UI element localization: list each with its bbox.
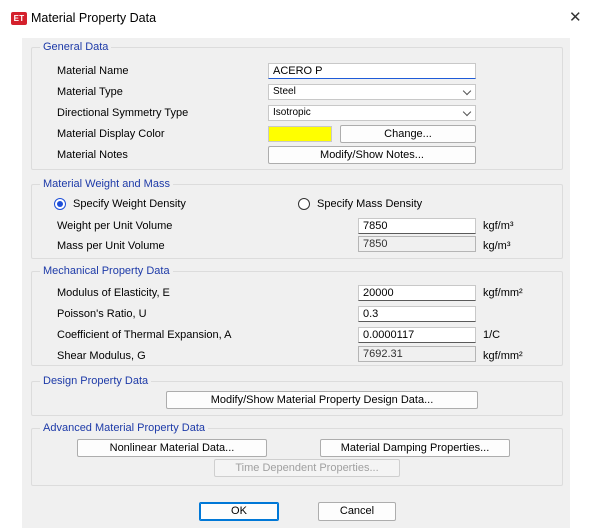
mass-per-volume-label: Mass per Unit Volume (57, 240, 165, 252)
design-property-group: Design Property Data Modify/Show Materia… (31, 375, 563, 416)
thermal-expansion-label: Coefficient of Thermal Expansion, A (57, 329, 232, 341)
material-type-select[interactable]: Steel (268, 84, 476, 100)
close-icon[interactable]: ✕ (569, 8, 582, 28)
title-bar: ET Material Property Data ✕ (0, 0, 592, 38)
material-damping-button[interactable]: Material Damping Properties... (320, 439, 510, 457)
weight-density-radio-label[interactable]: Specify Weight Density (73, 197, 186, 211)
material-type-label: Material Type (57, 86, 123, 98)
symmetry-select[interactable]: Isotropic (268, 105, 476, 121)
mass-density-radio-label[interactable]: Specify Mass Density (317, 197, 422, 211)
group-title-mechanical: Mechanical Property Data (40, 265, 173, 278)
modulus-elasticity-label: Modulus of Elasticity, E (57, 287, 170, 299)
chevron-down-icon (462, 107, 472, 117)
ok-button[interactable]: OK (199, 502, 279, 521)
general-data-group: General Data Material Name ACERO P Mater… (31, 41, 563, 170)
shear-modulus-unit: kgf/mm² (483, 350, 523, 362)
modulus-elasticity-unit: kgf/mm² (483, 287, 523, 299)
material-name-label: Material Name (57, 65, 129, 77)
weight-unit: kgf/m³ (483, 220, 514, 232)
cancel-button[interactable]: Cancel (318, 502, 396, 521)
group-title-advanced: Advanced Material Property Data (40, 422, 209, 435)
nonlinear-material-button[interactable]: Nonlinear Material Data... (77, 439, 267, 457)
weight-density-radio[interactable] (54, 198, 66, 210)
mass-density-radio[interactable] (298, 198, 310, 210)
thermal-expansion-input[interactable]: 0.0000117 (358, 327, 476, 343)
group-title-weight: Material Weight and Mass (40, 178, 173, 191)
shear-modulus-label: Shear Modulus, G (57, 350, 146, 362)
material-type-value: Steel (273, 86, 296, 97)
poisson-ratio-label: Poisson's Ratio, U (57, 308, 147, 320)
chevron-down-icon (462, 86, 472, 96)
etabs-logo-icon: ET (11, 12, 27, 25)
modify-show-notes-button[interactable]: Modify/Show Notes... (268, 146, 476, 164)
time-dependent-button: Time Dependent Properties... (214, 459, 400, 477)
weight-per-volume-input[interactable]: 7850 (358, 218, 476, 234)
symmetry-label: Directional Symmetry Type (57, 107, 189, 119)
mass-per-volume-input: 7850 (358, 236, 476, 252)
weight-per-volume-label: Weight per Unit Volume (57, 220, 173, 232)
thermal-expansion-unit: 1/C (483, 329, 501, 341)
group-title-general: General Data (40, 41, 112, 54)
poisson-ratio-input[interactable]: 0.3 (358, 306, 476, 322)
dialog-body: General Data Material Name ACERO P Mater… (22, 38, 570, 528)
advanced-property-group: Advanced Material Property Data Nonlinea… (31, 422, 563, 486)
weight-mass-group: Material Weight and Mass Specify Weight … (31, 178, 563, 259)
mechanical-property-group: Mechanical Property Data Modulus of Elas… (31, 265, 563, 366)
material-name-input[interactable]: ACERO P (268, 63, 476, 79)
modulus-elasticity-input[interactable]: 20000 (358, 285, 476, 301)
symmetry-value: Isotropic (273, 107, 311, 118)
window-title: Material Property Data (31, 11, 157, 25)
mass-unit: kg/m³ (483, 240, 511, 252)
material-notes-label: Material Notes (57, 149, 128, 161)
shear-modulus-input: 7692.31 (358, 346, 476, 362)
display-color-label: Material Display Color (57, 128, 165, 140)
change-color-button[interactable]: Change... (340, 125, 476, 143)
group-title-design: Design Property Data (40, 375, 152, 388)
modify-design-data-button[interactable]: Modify/Show Material Property Design Dat… (166, 391, 478, 409)
display-color-swatch (268, 126, 332, 142)
